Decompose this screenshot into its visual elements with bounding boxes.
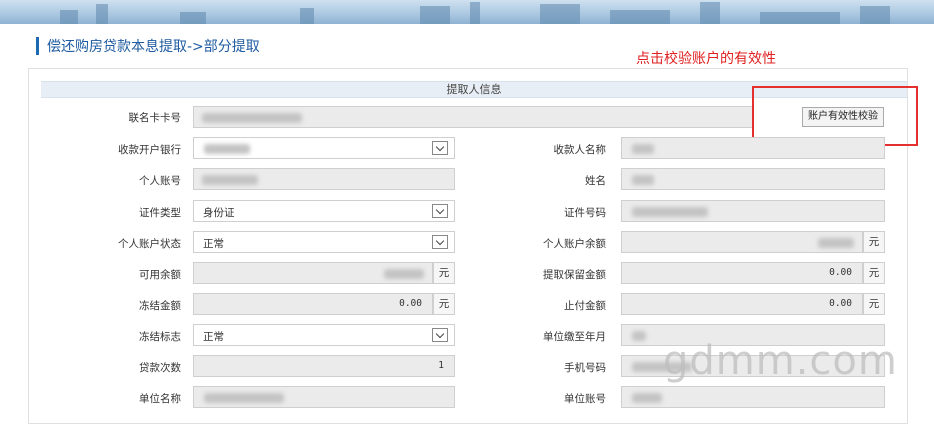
personal-account-field[interactable] bbox=[193, 168, 455, 190]
unit-yuan: 元 bbox=[433, 262, 455, 284]
name-field[interactable] bbox=[621, 168, 885, 190]
receiving-bank-select[interactable] bbox=[193, 137, 455, 159]
label-id-number: 证件号码 bbox=[564, 207, 606, 219]
chevron-down-icon[interactable] bbox=[432, 328, 448, 342]
label-id-type: 证件类型 bbox=[139, 207, 181, 219]
loan-count-value: 1 bbox=[438, 360, 444, 371]
label-payee-name: 收款人名称 bbox=[553, 144, 607, 156]
withdraw-reserve-value: 0.00 bbox=[829, 267, 852, 278]
label-company-account: 单位账号 bbox=[564, 393, 606, 405]
label-joint-card-no: 联名卡卡号 bbox=[128, 112, 182, 124]
label-account-balance: 个人账户余额 bbox=[543, 238, 606, 250]
id-number-field[interactable] bbox=[621, 200, 885, 222]
label-name: 姓名 bbox=[585, 175, 606, 187]
label-mobile: 手机号码 bbox=[564, 362, 606, 374]
chevron-down-icon[interactable] bbox=[432, 204, 448, 218]
label-account-status: 个人账户状态 bbox=[118, 238, 181, 250]
loan-count-field[interactable]: 1 bbox=[193, 355, 455, 377]
unit-yuan: 元 bbox=[863, 231, 885, 253]
account-status-select[interactable]: 正常 bbox=[193, 231, 455, 253]
freeze-flag-select[interactable]: 正常 bbox=[193, 324, 455, 346]
label-loan-count: 贷款次数 bbox=[139, 362, 181, 374]
label-available-balance: 可用余额 bbox=[139, 269, 181, 281]
label-company-name: 单位名称 bbox=[139, 393, 181, 405]
label-frozen-amount: 冻结金额 bbox=[139, 300, 181, 312]
chevron-down-icon[interactable] bbox=[432, 235, 448, 249]
label-receiving-bank: 收款开户银行 bbox=[118, 144, 181, 156]
id-type-select[interactable]: 身份证 bbox=[193, 200, 455, 222]
unit-yuan: 元 bbox=[863, 262, 885, 284]
label-unit-paid-month: 单位缴至年月 bbox=[543, 331, 606, 343]
frozen-amount-value: 0.00 bbox=[399, 298, 422, 309]
chevron-down-icon[interactable] bbox=[432, 141, 448, 155]
id-type-value: 身份证 bbox=[203, 207, 235, 219]
frozen-amount-field[interactable]: 0.00 bbox=[193, 293, 433, 315]
company-name-field[interactable] bbox=[193, 386, 455, 408]
account-status-value: 正常 bbox=[203, 238, 224, 250]
unit-yuan: 元 bbox=[433, 293, 455, 315]
city-banner bbox=[0, 0, 934, 24]
label-stop-payment: 止付金额 bbox=[564, 300, 606, 312]
watermark: gdmm.com bbox=[663, 338, 898, 384]
withdraw-reserve-field[interactable]: 0.00 bbox=[621, 262, 863, 284]
payee-name-field[interactable] bbox=[621, 137, 885, 159]
company-account-field[interactable] bbox=[621, 386, 885, 408]
label-personal-account: 个人账号 bbox=[139, 175, 181, 187]
stop-payment-field[interactable]: 0.00 bbox=[621, 293, 863, 315]
stop-payment-value: 0.00 bbox=[829, 298, 852, 309]
title-accent-bar bbox=[36, 37, 39, 55]
available-balance-field[interactable] bbox=[193, 262, 433, 284]
account-balance-field[interactable] bbox=[621, 231, 863, 253]
label-freeze-flag: 冻结标志 bbox=[139, 331, 181, 343]
freeze-flag-value: 正常 bbox=[203, 331, 224, 343]
label-withdraw-reserve: 提取保留金额 bbox=[543, 269, 606, 281]
unit-yuan: 元 bbox=[863, 293, 885, 315]
page-header: 偿还购房贷款本息提取->部分提取 bbox=[36, 36, 260, 56]
annotation-text: 点击校验账户的有效性 bbox=[636, 51, 776, 67]
page-title: 偿还购房贷款本息提取->部分提取 bbox=[47, 39, 260, 55]
joint-card-no-field[interactable] bbox=[193, 106, 753, 128]
